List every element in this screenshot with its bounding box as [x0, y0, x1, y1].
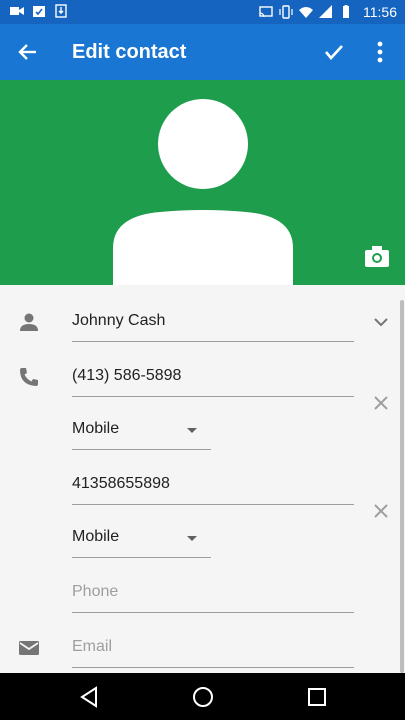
signal-icon — [319, 5, 332, 18]
contact-photo-header[interactable] — [0, 80, 405, 285]
phone-field-new[interactable]: Phone — [72, 573, 354, 613]
edit-form: Johnny Cash (413) 586-5898 Mobile 413586… — [0, 285, 405, 673]
back-arrow-icon[interactable] — [14, 38, 42, 66]
nav-recents-icon[interactable] — [305, 685, 329, 709]
dropdown-caret-icon — [187, 428, 197, 433]
scrollbar[interactable] — [400, 300, 404, 673]
phone-field-2[interactable]: 41358655898 — [72, 465, 354, 505]
phone-placeholder: Phone — [72, 583, 119, 600]
person-icon — [20, 313, 38, 331]
battery-icon — [343, 5, 349, 18]
name-field[interactable]: Johnny Cash — [72, 302, 354, 342]
download-icon — [55, 4, 67, 18]
phone-type-value-1: Mobile — [72, 420, 120, 437]
app-bar: Edit contact — [0, 24, 405, 80]
chevron-down-icon[interactable] — [371, 312, 391, 332]
camera-icon[interactable] — [364, 245, 390, 269]
clear-phone-2-icon[interactable] — [371, 501, 391, 521]
calendar-check-icon — [33, 6, 45, 17]
phone-type-select-2[interactable]: Mobile — [72, 518, 211, 558]
phone-type-value-2: Mobile — [72, 528, 120, 545]
nav-back-icon[interactable] — [78, 685, 102, 709]
email-placeholder: Email — [72, 638, 113, 655]
video-camera-icon — [10, 7, 24, 15]
email-field[interactable]: Email — [72, 628, 354, 668]
navigation-bar — [0, 673, 405, 720]
person-avatar-icon — [113, 99, 293, 285]
phone-icon — [20, 368, 38, 386]
clear-phone-1-icon[interactable] — [371, 393, 391, 413]
phone-value-2: 41358655898 — [72, 475, 170, 492]
page-title: Edit contact — [72, 41, 187, 63]
name-value: Johnny Cash — [72, 312, 166, 329]
phone-value-1: (413) 586-5898 — [72, 367, 182, 384]
more-options-icon[interactable] — [366, 38, 394, 66]
status-time: 11:56 — [363, 4, 397, 20]
dropdown-caret-icon — [187, 536, 197, 541]
phone-type-select-1[interactable]: Mobile — [72, 410, 211, 450]
phone-field-1[interactable]: (413) 586-5898 — [72, 357, 354, 397]
cast-icon — [259, 6, 273, 18]
vibrate-icon — [279, 5, 293, 19]
email-icon — [19, 641, 39, 655]
save-check-icon[interactable] — [320, 38, 348, 66]
wifi-icon — [299, 7, 313, 18]
nav-home-icon[interactable] — [191, 685, 215, 709]
status-bar: 11:56 — [0, 0, 405, 24]
